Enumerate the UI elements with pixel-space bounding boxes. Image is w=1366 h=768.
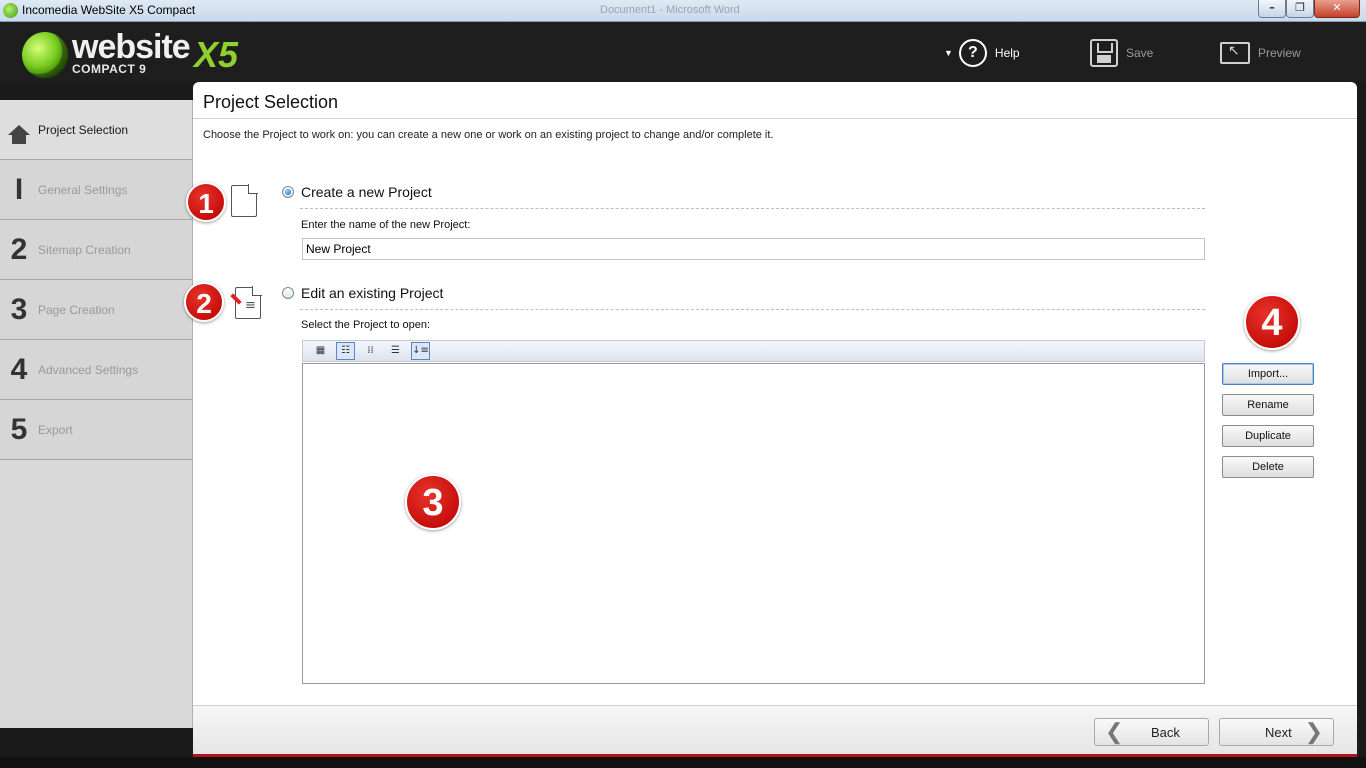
app-icon	[3, 3, 18, 18]
tiles-view-icon[interactable]: ☷	[336, 342, 355, 360]
app-header: website X5 COMPACT 9 ▼ ? Help Save Previ…	[0, 22, 1366, 82]
new-project-name-input[interactable]	[302, 238, 1205, 260]
chevron-left-icon: ❮	[1105, 719, 1124, 744]
wizard-footer: ❮ Back Next ❯	[193, 706, 1357, 754]
taskbar	[0, 757, 1366, 768]
sidebar-item-export[interactable]: 5 Export	[0, 400, 192, 460]
edit-existing-project-label[interactable]: Edit an existing Project	[301, 285, 443, 301]
edit-existing-project-radio[interactable]	[282, 287, 294, 299]
page-title: Project Selection	[203, 92, 339, 112]
sidebar-item-advanced-settings[interactable]: 4 Advanced Settings	[0, 340, 192, 400]
rename-button[interactable]: Rename	[1222, 394, 1314, 416]
annotation-badge-1: 1	[186, 182, 226, 222]
back-button[interactable]: ❮ Back	[1094, 718, 1209, 746]
website-x5-logo: website X5 COMPACT 9	[22, 28, 242, 80]
small-icons-view-icon[interactable]: ⁞⁞	[361, 342, 380, 360]
page-description: Choose the Project to work on: you can c…	[203, 129, 774, 141]
new-project-name-label: Enter the name of the new Project:	[301, 219, 471, 231]
main-panel: Project Selection Choose the Project to …	[184, 82, 1357, 754]
select-project-label: Select the Project to open:	[301, 319, 431, 331]
import-button[interactable]: Import...	[1222, 363, 1314, 385]
home-icon	[0, 124, 38, 144]
title-divider	[193, 118, 1357, 119]
maximize-button[interactable]: ❐	[1286, 0, 1314, 18]
new-document-icon	[231, 184, 258, 217]
delete-button[interactable]: Delete	[1222, 456, 1314, 478]
large-icons-view-icon[interactable]: ▦	[311, 342, 330, 360]
help-icon: ?	[958, 39, 987, 67]
logo-swirl-icon	[22, 32, 68, 78]
create-new-project-label[interactable]: Create a new Project	[301, 184, 432, 200]
minimize-button[interactable]: –	[1258, 0, 1286, 18]
annotation-badge-2: 2	[184, 282, 224, 322]
option-divider	[300, 208, 1205, 209]
chevron-down-icon: ▼	[944, 48, 953, 58]
chevron-right-icon: ❯	[1304, 719, 1323, 744]
sort-icon[interactable]: ↓≡	[411, 342, 430, 360]
project-list-toolbar: ▦ ☷ ⁞⁞ ☰ ↓≡	[302, 340, 1205, 362]
background-window-title: Document1 - Microsoft Word	[600, 4, 740, 16]
sidebar-item-sitemap-creation[interactable]: 2 Sitemap Creation	[0, 220, 192, 280]
sidebar-item-page-creation[interactable]: 3 Page Creation	[0, 280, 192, 340]
preview-icon	[1220, 42, 1250, 64]
create-new-project-radio[interactable]	[282, 186, 294, 198]
option-divider	[300, 309, 1205, 310]
help-button[interactable]: ▼ ? Help	[944, 38, 1020, 68]
annotation-badge-3: 3	[405, 474, 461, 530]
wizard-steps-sidebar: Project Selection I General Settings 2 S…	[0, 100, 193, 728]
window-title-bar: Incomedia WebSite X5 Compact Document1 -…	[0, 0, 1366, 22]
sidebar-item-project-selection[interactable]: Project Selection	[0, 100, 192, 160]
list-view-icon[interactable]: ☰	[386, 342, 405, 360]
next-button[interactable]: Next ❯	[1219, 718, 1334, 746]
help-label: Help	[994, 46, 1020, 60]
window-title: Incomedia WebSite X5 Compact	[22, 3, 196, 17]
sidebar-item-general-settings[interactable]: I General Settings	[0, 160, 192, 220]
save-icon	[1090, 39, 1118, 67]
preview-button[interactable]: Preview	[1220, 38, 1301, 68]
close-button[interactable]: ✕	[1314, 0, 1360, 18]
save-label: Save	[1126, 46, 1154, 60]
save-button[interactable]: Save	[1090, 38, 1153, 68]
preview-label: Preview	[1258, 46, 1301, 60]
annotation-badge-4: 4	[1244, 294, 1300, 350]
duplicate-button[interactable]: Duplicate	[1222, 425, 1314, 447]
